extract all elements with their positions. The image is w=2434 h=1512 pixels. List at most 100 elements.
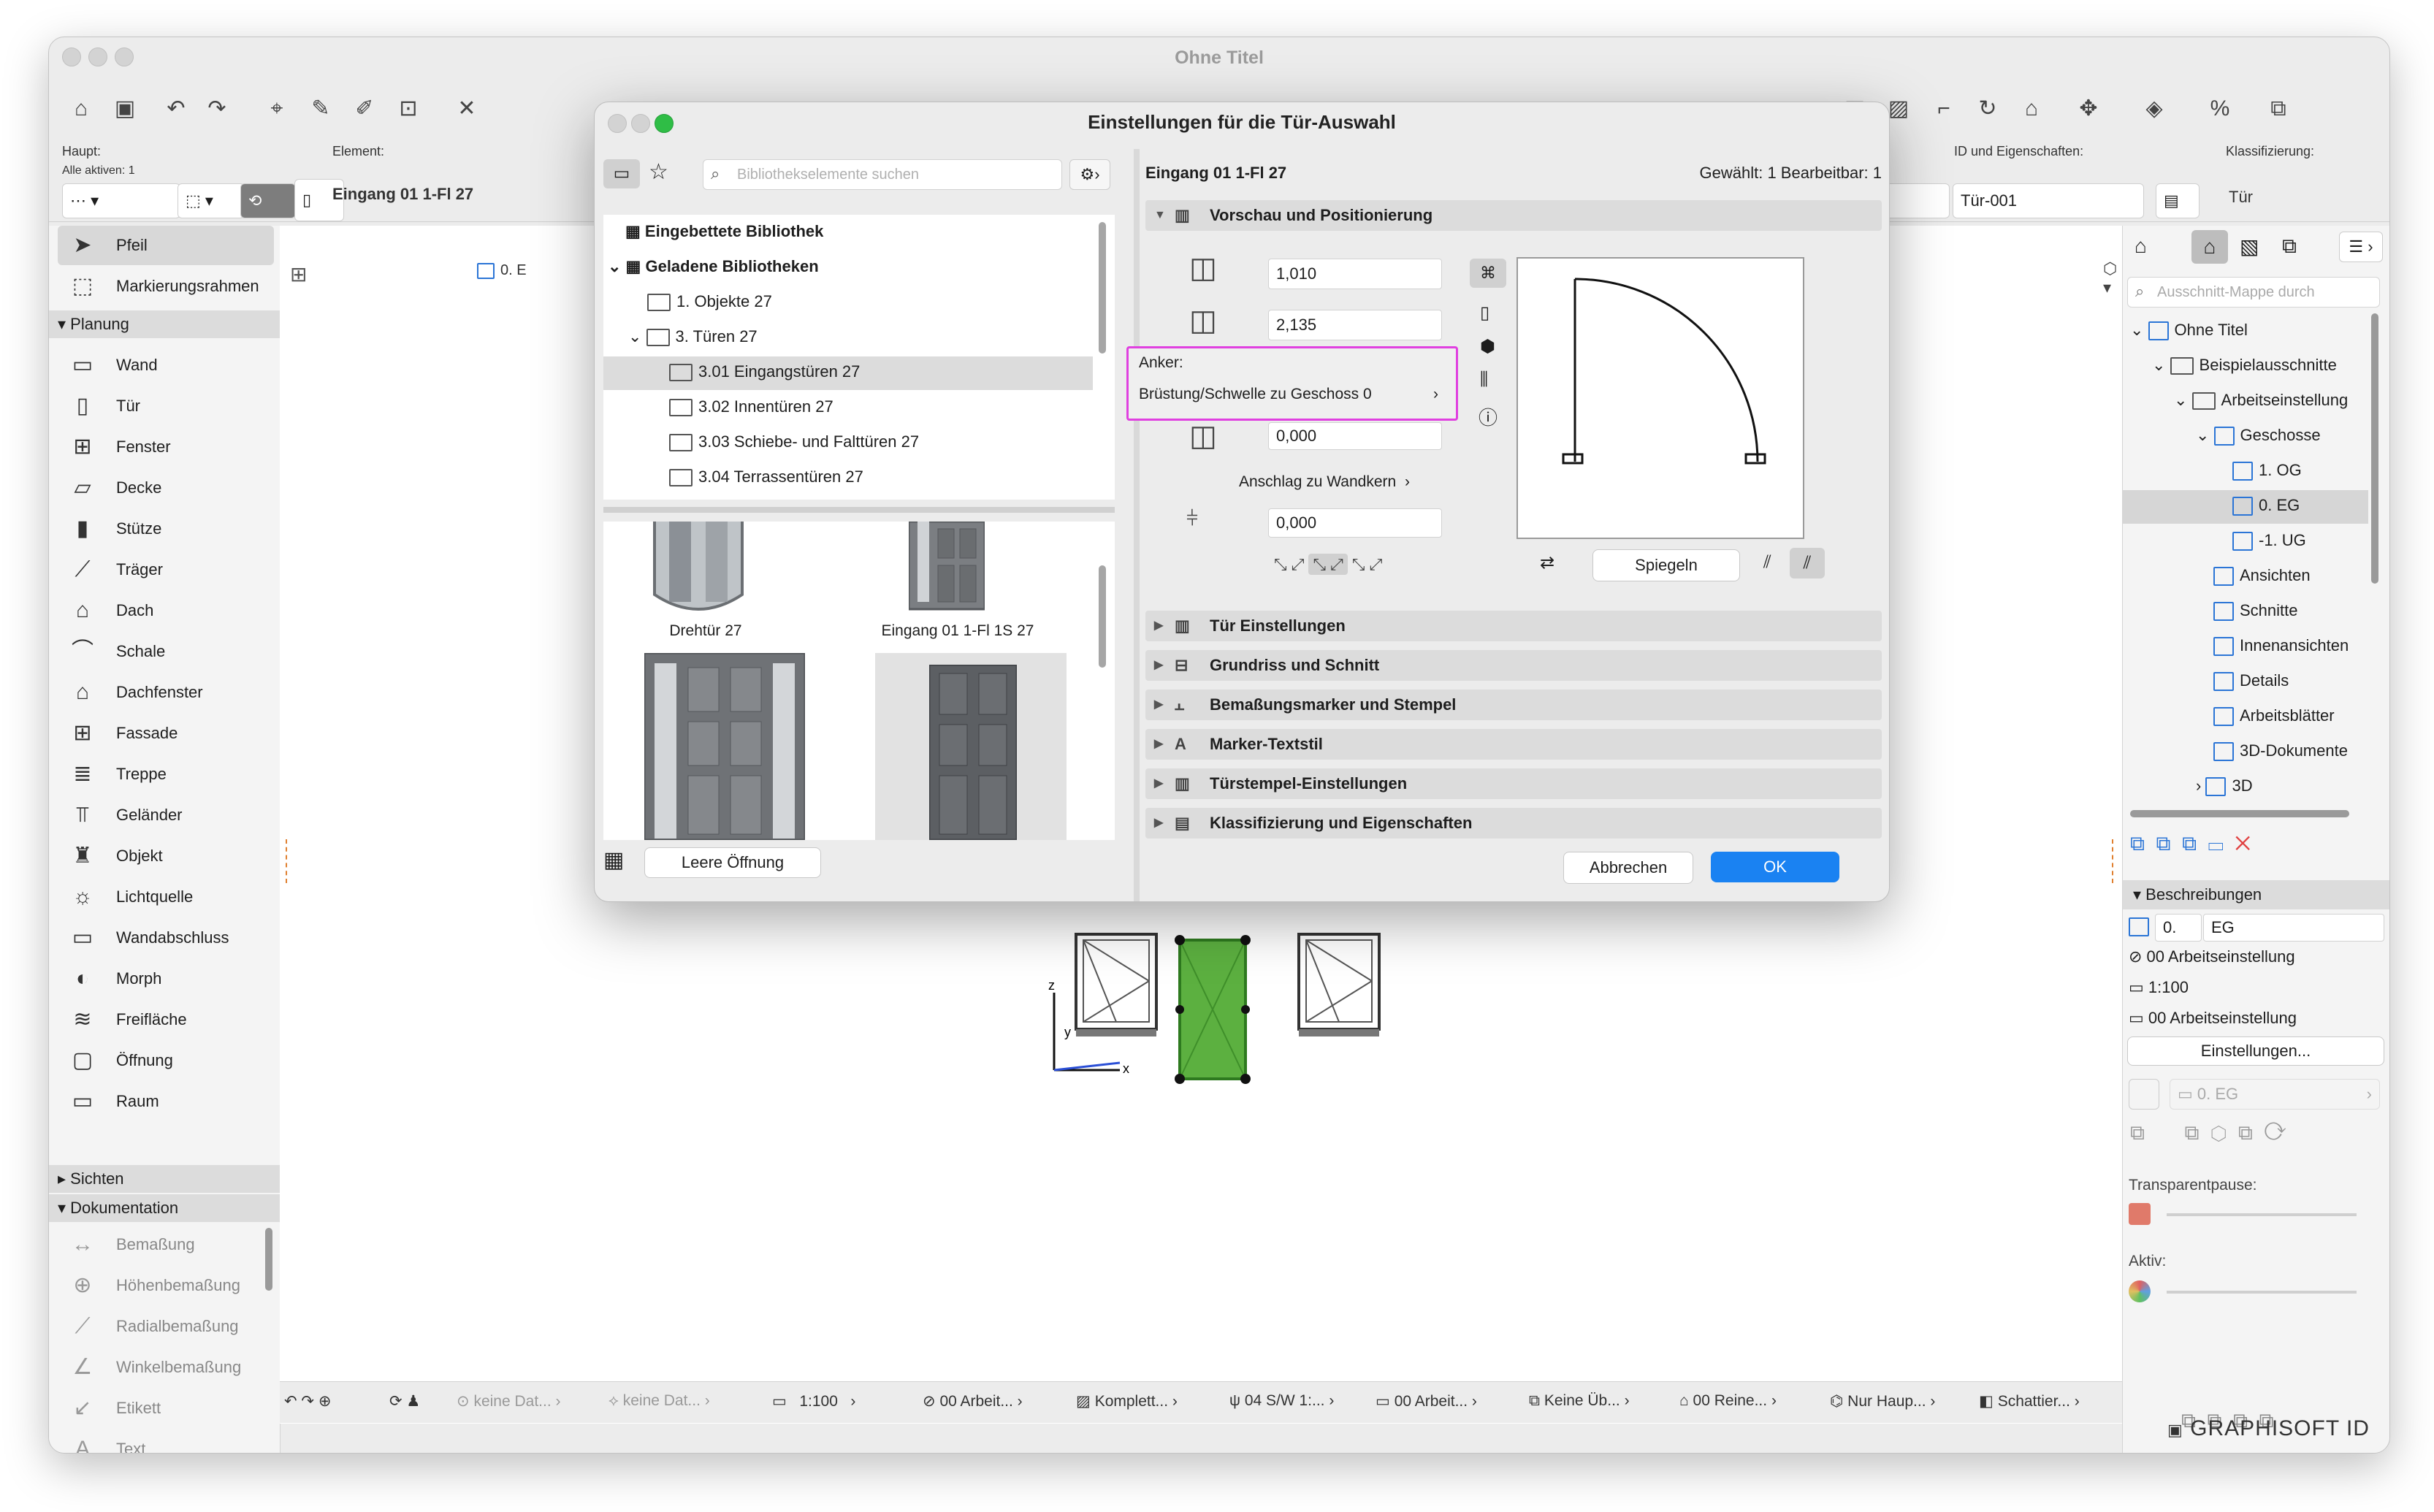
id-menu-button[interactable]: ▤ (2156, 183, 2200, 218)
lib-loaded[interactable]: ⌄ ▦ Geladene Bibliotheken (608, 257, 819, 276)
pen-status[interactable]: ψ 04 S/W 1:... › (1229, 1392, 1334, 1410)
tree-root[interactable]: ⌄ Ohne Titel (2130, 321, 2248, 341)
panel-vorschau[interactable]: ▼ ▥ Vorschau und Positionierung (1145, 200, 1882, 231)
tool-item[interactable]: ⟋ Träger (58, 550, 274, 589)
tool-item[interactable]: ▮ Stütze (58, 509, 274, 549)
thumb-door-4-image[interactable] (929, 665, 1017, 840)
toolbox-scrollbar[interactable] (265, 1228, 272, 1291)
tree-ug[interactable]: -1. UG (2232, 531, 2306, 551)
plan-view-toggle-icon[interactable]: ⌘ (1470, 259, 1506, 288)
tree-og[interactable]: 1. OG (2232, 461, 2302, 481)
view-map-icon[interactable]: ⌂ (2191, 230, 2228, 264)
doc-tool-item[interactable]: ↔ Bemaßung (58, 1225, 274, 1264)
library-manager-icon[interactable]: ▦ (603, 847, 624, 873)
doc-tool-item[interactable]: ∠ Winkelbemaßung (58, 1348, 274, 1387)
thumb-door-3-image[interactable] (644, 653, 805, 840)
roof-icon[interactable]: ⌂ (2015, 93, 2048, 125)
tool-item[interactable]: ♜ Objekt (58, 836, 274, 876)
favorites-star-icon[interactable]: ☆ (649, 159, 668, 185)
select-tool-icon[interactable]: ⌖ (261, 93, 293, 125)
redo-icon[interactable]: ↷ (201, 93, 233, 125)
trace-color-swatch[interactable] (2129, 1203, 2151, 1225)
selected-door[interactable] (1175, 935, 1251, 1084)
pipette-icon[interactable]: ✎ (305, 93, 337, 125)
navigator-search[interactable]: ⌕ Ausschnitt-Mappe durch (2127, 277, 2380, 308)
tool-item[interactable]: ⌂ Dach (58, 591, 274, 630)
scale-status[interactable]: ▭ 1:100 › (772, 1392, 855, 1410)
info-icon[interactable]: ⓘ (1479, 403, 1498, 430)
story-picker-icon[interactable] (2129, 1079, 2159, 1110)
panel-header[interactable]: ▶ ⊟ Grundriss und Schnitt (1145, 650, 1882, 681)
section-dokumentation[interactable]: ▾ Dokumentation (49, 1194, 280, 1222)
renovation-status[interactable]: ⌂ 00 Reine... › (1679, 1392, 1777, 1410)
tree-schnitte[interactable]: Schnitte (2213, 601, 2298, 622)
undo-zoom-icon[interactable]: ↶ ↷ ⊕ (284, 1392, 331, 1410)
gravity-button[interactable]: ⟲ (240, 183, 296, 218)
einstellungen-button[interactable]: Einstellungen... (2127, 1036, 2384, 1066)
tree-arbeitsblaetter[interactable]: Arbeitsblätter (2213, 706, 2335, 727)
lib-303[interactable]: 3.03 Schiebe- und Falttüren 27 (669, 432, 919, 452)
cancel-button[interactable]: Abbrechen (1563, 852, 1693, 884)
transparent-slider[interactable] (2167, 1213, 2357, 1216)
tool-item[interactable]: ⊞ Fassade (58, 714, 274, 753)
elevation-view-icon[interactable]: ▯ (1480, 302, 1489, 324)
tree-geschosse[interactable]: ⌄ Geschosse (2196, 426, 2321, 446)
doc-tool-item[interactable]: ⊕ Höhenbemaßung (58, 1266, 274, 1305)
3d-view-icon[interactable]: ⬢ (1480, 336, 1495, 357)
window-right[interactable] (1297, 933, 1381, 1036)
panel-header[interactable]: ▶ A Marker-Textstil (1145, 729, 1882, 760)
grid-icon[interactable]: ⊞ (290, 262, 307, 286)
tool-item[interactable]: ≣ Treppe (58, 755, 274, 794)
orbit-icon[interactable]: ⟳ ♟ (389, 1392, 420, 1410)
spiegeln-button[interactable]: Spiegeln (1592, 549, 1740, 581)
section-planung[interactable]: ▾ Planung (49, 310, 280, 338)
thumbs-scrollbar[interactable] (1099, 565, 1106, 668)
anchor-point-icons[interactable]: ⤡ ⤢ ⤡ ⤢ ⤡ ⤢ (1274, 554, 1382, 575)
snap-icon[interactable]: ✥ (2072, 93, 2105, 125)
rotate-icon[interactable]: ↻ (1972, 93, 2004, 125)
tool-item[interactable]: ▯ Tür (58, 386, 274, 426)
section-view-icon[interactable]: ⫼ (1480, 370, 1488, 390)
tool-item[interactable]: ▢ Öffnung (58, 1041, 274, 1080)
view-action-icons[interactable]: ⧉ ⧉ ⬡ ⧉ ⟳ (2130, 1121, 2286, 1145)
thumb-eingang-1s-image[interactable] (909, 522, 985, 616)
override-status[interactable]: ⧉ Keine Üb... › (1529, 1392, 1630, 1410)
graphisoft-id-brand[interactable]: ▣ GRAPHISOFT ID (2167, 1416, 2370, 1441)
left-split-handle[interactable] (286, 839, 290, 883)
tree-3d-dokumente[interactable]: 3D-Dokumente (2213, 741, 2348, 762)
tree-details[interactable]: Details (2213, 671, 2289, 692)
id-field[interactable]: Tür-001 (1953, 183, 2144, 218)
layers-icon[interactable]: ⧉ (2262, 93, 2294, 125)
guide-icon[interactable]: ◈ (2138, 93, 2170, 125)
tree-ansichten[interactable]: Ansichten (2213, 566, 2311, 587)
tool-item[interactable]: ▱ Decke (58, 468, 274, 508)
lib-302[interactable]: 3.02 Innentüren 27 (669, 397, 833, 417)
sill-field[interactable]: 0,000 (1268, 422, 1442, 450)
status-item-2[interactable]: ⟡ keine Dat... › (608, 1392, 710, 1410)
save-icon[interactable]: ▣ (109, 93, 141, 125)
status-item-1[interactable]: ⊙ keine Dat... › (457, 1392, 561, 1410)
thumb-drehtuer-image[interactable] (647, 522, 749, 616)
tree-innen[interactable]: Innenansichten (2213, 636, 2349, 657)
tool-item[interactable]: ⌒ Schale (58, 632, 274, 671)
panel-header[interactable]: ▶ ⫠ Bemaßungsmarker und Stempel (1145, 690, 1882, 720)
tree-arbeit[interactable]: ⌄ Arbeitseinstellung (2174, 391, 2348, 411)
layer-status[interactable]: ⊘ 00 Arbeit... › (923, 1392, 1023, 1410)
leere-oeffnung-button[interactable]: Leere Öffnung (644, 847, 821, 878)
tool-item[interactable]: ⊞ Fenster (58, 427, 274, 467)
structural-status[interactable]: ⌬ Nur Haup... › (1830, 1392, 1935, 1410)
lib-304[interactable]: 3.04 Terrassentüren 27 (669, 467, 863, 487)
view-tab[interactable]: 0. E (477, 262, 527, 279)
opening-side-right-icon[interactable]: ⫽ (1790, 548, 1825, 579)
anschlag-dropdown[interactable]: Anschlag zu Wandkern › (1239, 473, 1410, 491)
model-view-status[interactable]: ▭ 00 Arbeit... › (1376, 1392, 1477, 1410)
panel-header[interactable]: ▶ ▥ Türstempel-Einstellungen (1145, 768, 1882, 799)
cross-icon[interactable]: ✕ (451, 93, 483, 125)
active-color-icon[interactable] (2129, 1280, 2151, 1302)
flip-icon[interactable]: ⇄ (1540, 552, 1554, 573)
tool-item[interactable]: ≋ Freifläche (58, 1000, 274, 1039)
layout-book-icon[interactable]: ▧ (2240, 234, 2259, 259)
library-search-input[interactable]: ⌕ Bibliothekselemente suchen (703, 159, 1062, 190)
tool-item[interactable]: ▭ Wandabschluss (58, 918, 274, 958)
beschreibungen-header[interactable]: ▾ Beschreibungen (2123, 880, 2389, 909)
